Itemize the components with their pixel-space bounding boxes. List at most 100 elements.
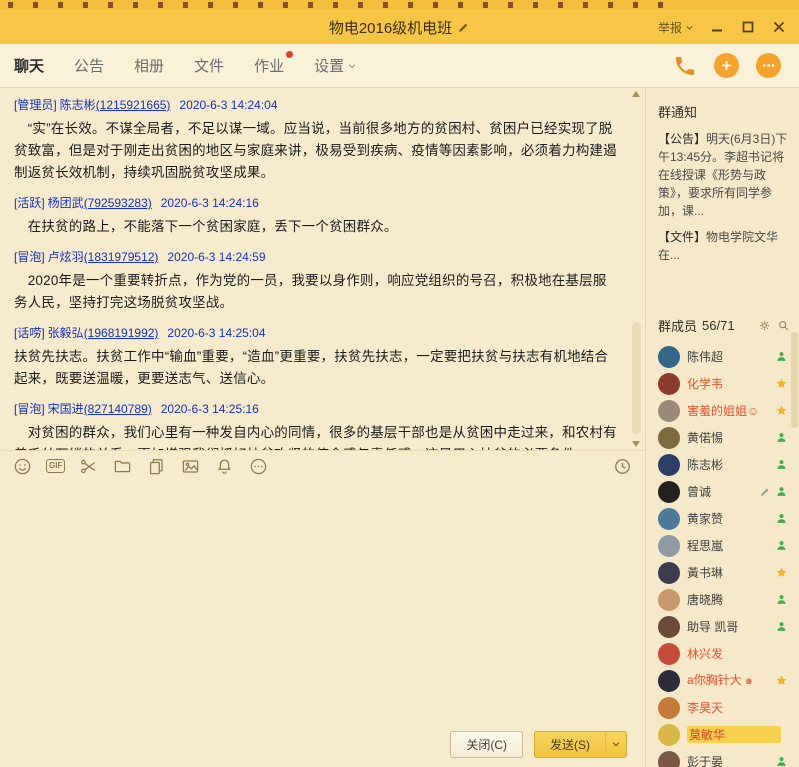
tabbar: 聊天 公告 相册 文件 作业 设置	[0, 44, 799, 88]
member-row[interactable]: 李昊天	[658, 694, 790, 721]
close-button[interactable]	[771, 19, 787, 35]
tab-聊天[interactable]: 聊天	[14, 55, 44, 76]
sender-name[interactable]: 陈志彬	[60, 98, 96, 112]
member-row[interactable]: 化学韦	[658, 370, 790, 397]
member-avatar[interactable]	[658, 724, 680, 746]
member-row[interactable]: 陈志彬	[658, 451, 790, 478]
notice-item[interactable]: 【文件】物电学院文华在...	[658, 228, 790, 264]
member-scrollbar-thumb[interactable]	[791, 332, 798, 428]
member-avatar[interactable]	[658, 535, 680, 557]
member-row[interactable]: 程思嵐	[658, 532, 790, 559]
sender-uid-link[interactable]: (827140789)	[84, 402, 152, 416]
member-name: 陈伟超	[687, 348, 768, 365]
online-member-icon	[775, 431, 788, 444]
member-row[interactable]: 陈伟超	[658, 343, 790, 370]
sender-name[interactable]: 卢炫羽	[48, 250, 84, 264]
tab-文件[interactable]: 文件	[194, 55, 224, 76]
screenshot-scissors-icon[interactable]	[78, 456, 99, 477]
chat-message: [冒泡]卢炫羽(1831979512)2020-6-3 14:24:59 202…	[14, 248, 617, 314]
bell-icon[interactable]	[214, 456, 235, 477]
sender-uid-link[interactable]: (1215921665)	[96, 98, 171, 112]
notice-item[interactable]: 【公告】明天(6月3日)下午13:45分。李超书记将在线授课《形势与政策》，要求…	[658, 130, 790, 220]
chevron-down-icon	[685, 23, 694, 32]
member-scrollbar[interactable]	[791, 332, 798, 762]
member-row[interactable]: 唐晓腾	[658, 586, 790, 613]
maximize-button[interactable]	[740, 19, 756, 35]
minimize-button[interactable]	[709, 19, 725, 35]
group-title: 物电2016级机电班	[329, 17, 452, 38]
sender-name[interactable]: 杨团武	[48, 196, 84, 210]
member-name: 曾诚	[687, 483, 752, 500]
member-avatar[interactable]	[658, 427, 680, 449]
chat-column: [管理员]陈志彬(1215921665)2020-6-3 14:24:04 “实…	[0, 88, 645, 767]
more-actions-button[interactable]	[756, 53, 781, 78]
chat-message-area[interactable]: [管理员]陈志彬(1215921665)2020-6-3 14:24:04 “实…	[0, 88, 645, 450]
member-avatar[interactable]	[658, 373, 680, 395]
tab-label: 作业	[254, 55, 284, 76]
member-avatar[interactable]	[658, 508, 680, 530]
member-row[interactable]: 害羞的姐姐☺	[658, 397, 790, 424]
member-avatar[interactable]	[658, 616, 680, 638]
titlebar[interactable]: 物电2016级机电班 举报	[0, 10, 799, 44]
member-row[interactable]: 助导 凯哥	[658, 613, 790, 640]
add-member-button[interactable]	[714, 53, 739, 78]
tab-label: 文件	[194, 55, 224, 76]
sender-name[interactable]: 张毅弘	[48, 326, 84, 340]
member-list[interactable]: 陈伟超 化学韦 害羞的姐姐☺ 黄偌惕	[658, 343, 790, 767]
member-row[interactable]: 黄偌惕	[658, 424, 790, 451]
message-timestamp: 2020-6-3 14:25:04	[167, 326, 265, 340]
member-avatar[interactable]	[658, 562, 680, 584]
chat-scrollbar-thumb[interactable]	[632, 322, 641, 434]
sender-name[interactable]: 宋国进	[48, 402, 84, 416]
more-tools-icon[interactable]	[248, 456, 269, 477]
report-menu[interactable]: 举报	[658, 19, 694, 36]
member-avatar[interactable]	[658, 481, 680, 503]
voice-call-icon[interactable]	[673, 54, 697, 78]
member-name: 莫敏华	[687, 726, 781, 743]
member-row[interactable]: 曾诚	[658, 478, 790, 505]
message-history-clock-icon[interactable]	[612, 456, 633, 477]
member-avatar[interactable]	[658, 400, 680, 422]
send-options-dropdown[interactable]	[606, 731, 627, 758]
tab-相册[interactable]: 相册	[134, 55, 164, 76]
member-row[interactable]: 黃书琳	[658, 559, 790, 586]
edit-title-pencil-icon[interactable]	[457, 21, 470, 34]
tab-作业[interactable]: 作业	[254, 55, 284, 76]
star-badge-icon	[775, 377, 788, 390]
emoji-icon[interactable]	[12, 456, 33, 477]
member-row[interactable]: 林兴发	[658, 640, 790, 667]
member-settings-gear-icon[interactable]	[758, 319, 771, 332]
member-avatar[interactable]	[658, 751, 680, 767]
member-avatar[interactable]	[658, 697, 680, 719]
file-send-icon[interactable]	[146, 456, 167, 477]
image-icon[interactable]	[180, 456, 201, 477]
tab-公告[interactable]: 公告	[74, 55, 104, 76]
member-avatar[interactable]	[658, 643, 680, 665]
member-avatar[interactable]	[658, 346, 680, 368]
tab-设置[interactable]: 设置	[314, 55, 357, 76]
member-row[interactable]: 黄家赞	[658, 505, 790, 532]
gif-icon[interactable]: GIF	[46, 459, 65, 473]
member-row[interactable]: 莫敏华	[658, 721, 790, 748]
sender-uid-link[interactable]: (1831979512)	[84, 250, 159, 264]
sender-uid-link[interactable]: (792593283)	[84, 196, 152, 210]
member-search-icon[interactable]	[777, 319, 790, 332]
member-row[interactable]: 彭于晏	[658, 748, 790, 767]
members-header: 群成员 56/71	[658, 316, 790, 335]
sender-uid-link[interactable]: (1968191992)	[84, 326, 159, 340]
close-chat-button[interactable]: 关闭(C)	[450, 731, 523, 758]
scroll-up-arrow[interactable]	[632, 91, 640, 97]
member-avatar[interactable]	[658, 454, 680, 476]
send-button[interactable]: 发送(S)	[534, 731, 606, 758]
online-member-icon	[775, 485, 788, 498]
scroll-down-arrow[interactable]	[632, 441, 640, 447]
member-avatar[interactable]	[658, 670, 680, 692]
member-level-tag: [话唠]	[14, 326, 45, 340]
message-input[interactable]	[0, 481, 645, 721]
folder-icon[interactable]	[112, 456, 133, 477]
member-avatar[interactable]	[658, 589, 680, 611]
composer-toolbar: GIF	[0, 450, 645, 481]
member-name: 李昊天	[687, 699, 781, 716]
message-timestamp: 2020-6-3 14:24:16	[161, 196, 259, 210]
member-row[interactable]: a你胸针大 ๑	[658, 667, 790, 694]
